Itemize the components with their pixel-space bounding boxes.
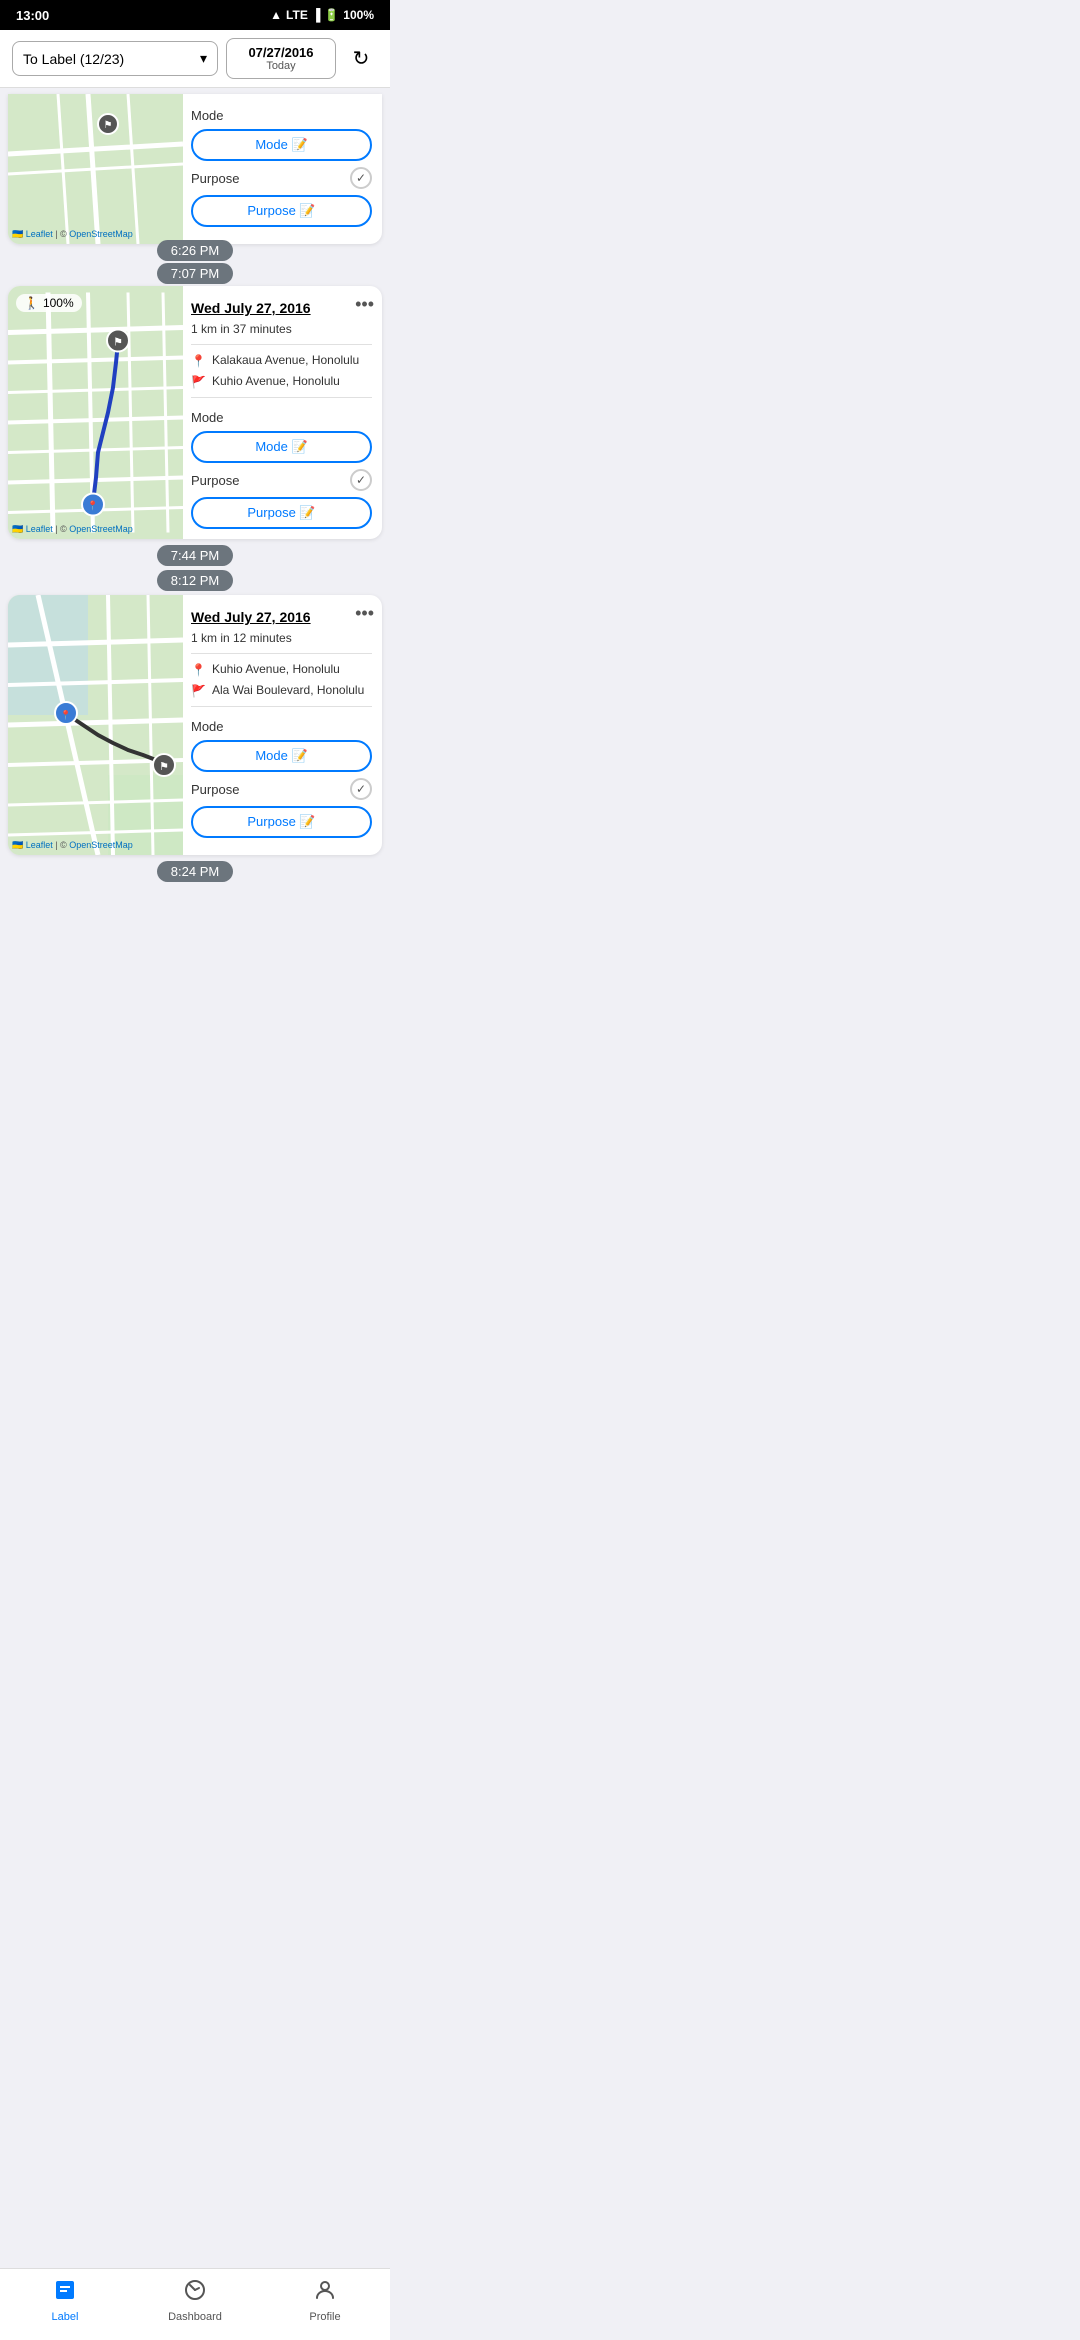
wifi-icon: ▲ xyxy=(270,8,282,22)
partial-check-icon[interactable]: ✓ xyxy=(350,167,372,189)
time-bubble-5: 8:24 PM xyxy=(0,861,390,882)
origin-icon-2: 📍 xyxy=(191,663,206,677)
divider-2 xyxy=(191,397,372,398)
walk-badge-1: 🚶 100% xyxy=(16,294,82,312)
trip-1-purpose-button[interactable]: Purpose 📝 xyxy=(191,497,372,529)
map-attribution-partial: 🇺🇦 Leaflet | © OpenStreetMap xyxy=(12,229,133,240)
divider-4 xyxy=(191,706,372,707)
trip-2-duration: 1 km in 12 minutes xyxy=(191,631,372,645)
trip-2-date: Wed July 27, 2016 xyxy=(191,609,372,625)
trip-1-map-svg: ⚑ 📍 xyxy=(8,286,183,539)
trip-2-info: ••• Wed July 27, 2016 1 km in 12 minutes… xyxy=(183,595,382,855)
svg-text:⚑: ⚑ xyxy=(104,120,113,131)
label-dropdown[interactable]: To Label (12/23) ▾ xyxy=(12,41,218,76)
time-bubble-4: 8:12 PM xyxy=(0,570,390,591)
trips-scroll: ⚑ 🇺🇦 Leaflet | © OpenStreetMap Mode Mode… xyxy=(0,88,390,966)
battery-icon: 🔋 xyxy=(324,8,339,22)
trip-2-purpose-label: Purpose xyxy=(191,782,239,797)
partial-mode-label: Mode xyxy=(191,108,372,123)
time-bubble-1: 6:26 PM xyxy=(0,240,390,261)
trip-2-mode-label: Mode xyxy=(191,719,372,734)
walk-percent-1: 100% xyxy=(43,296,74,310)
walk-icon: 🚶 xyxy=(24,296,39,310)
trip-1-info: ••• Wed July 27, 2016 1 km in 37 minutes… xyxy=(183,286,382,539)
partial-info: Mode Mode 📝 Purpose ✓ Purpose 📝 xyxy=(183,94,382,244)
svg-text:📍: 📍 xyxy=(87,500,98,511)
trip-1-from-row: 📍 Kalakaua Avenue, Honolulu xyxy=(191,353,372,368)
map-attribution-1: 🇺🇦 Leaflet | © OpenStreetMap xyxy=(12,524,133,535)
destination-icon-1: 🚩 xyxy=(191,375,206,389)
dashboard-nav-icon xyxy=(183,2278,207,2308)
battery-pct: 100% xyxy=(343,8,374,22)
chevron-down-icon: ▾ xyxy=(200,50,207,67)
trip-2-mode-button[interactable]: Mode 📝 xyxy=(191,740,372,772)
time-bubble-2: 7:07 PM xyxy=(0,263,390,284)
nav-item-label[interactable]: Label xyxy=(0,2278,130,2323)
dashboard-nav-text: Dashboard xyxy=(168,2311,222,2323)
trip-1-purpose-label: Purpose xyxy=(191,473,239,488)
date-text: 07/27/2016 xyxy=(237,45,325,60)
partial-top-card: ⚑ 🇺🇦 Leaflet | © OpenStreetMap Mode Mode… xyxy=(8,94,382,244)
partial-map: ⚑ 🇺🇦 Leaflet | © OpenStreetMap xyxy=(8,94,183,244)
time-bubble-3: 7:44 PM xyxy=(0,545,390,566)
divider-3 xyxy=(191,653,372,654)
label-dropdown-text: To Label (12/23) xyxy=(23,51,124,67)
trip-card-1: ⚑ 📍 🚶 100% 🇺🇦 Leaflet | © OpenStreetMap … xyxy=(8,286,382,539)
signal-icon: ▐ xyxy=(312,8,321,22)
profile-nav-text: Profile xyxy=(309,2311,340,2323)
today-label: Today xyxy=(237,60,325,72)
label-nav-text: Label xyxy=(52,2311,79,2323)
svg-text:⚑: ⚑ xyxy=(159,761,169,773)
trip-1-map: ⚑ 📍 🚶 100% 🇺🇦 Leaflet | © OpenStreetMap xyxy=(8,286,183,539)
label-nav-icon xyxy=(53,2278,77,2308)
top-bar: To Label (12/23) ▾ 07/27/2016 Today ↻ xyxy=(0,30,390,88)
trip-1-to-row: 🚩 Kuhio Avenue, Honolulu xyxy=(191,374,372,389)
nav-item-dashboard[interactable]: Dashboard xyxy=(130,2278,260,2323)
trip-2-map-svg: 📍 ⚑ xyxy=(8,595,183,855)
trip-1-mode-label: Mode xyxy=(191,410,372,425)
trip-card-2: 📍 ⚑ 🇺🇦 Leaflet | © OpenStreetMap ••• Wed… xyxy=(8,595,382,855)
trip-1-check-icon[interactable]: ✓ xyxy=(350,469,372,491)
map-attribution-2: 🇺🇦 Leaflet | © OpenStreetMap xyxy=(12,840,133,851)
status-icons: ▲ LTE ▐ 🔋 100% xyxy=(270,8,374,22)
svg-text:⚑: ⚑ xyxy=(113,337,123,349)
partial-map-svg: ⚑ xyxy=(8,94,183,244)
status-bar: 13:00 ▲ LTE ▐ 🔋 100% xyxy=(0,0,390,30)
lte-icon: LTE xyxy=(286,8,308,22)
partial-purpose-label: Purpose xyxy=(191,171,239,186)
trip-1-duration: 1 km in 37 minutes xyxy=(191,322,372,336)
svg-text:📍: 📍 xyxy=(60,709,71,720)
date-picker-button[interactable]: 07/27/2016 Today xyxy=(226,38,336,79)
refresh-button[interactable]: ↻ xyxy=(344,42,378,76)
partial-mode-button[interactable]: Mode 📝 xyxy=(191,129,372,161)
trip-1-to: Kuhio Avenue, Honolulu xyxy=(212,374,340,388)
trip-1-date: Wed July 27, 2016 xyxy=(191,300,372,316)
trip-2-to-row: 🚩 Ala Wai Boulevard, Honolulu xyxy=(191,683,372,698)
trip-2-map: 📍 ⚑ 🇺🇦 Leaflet | © OpenStreetMap xyxy=(8,595,183,855)
trip-2-to: Ala Wai Boulevard, Honolulu xyxy=(212,683,364,697)
nav-item-profile[interactable]: Profile xyxy=(260,2278,390,2323)
trip-2-purpose-button[interactable]: Purpose 📝 xyxy=(191,806,372,838)
bottom-nav: Label Dashboard Profile xyxy=(0,2268,390,2340)
destination-icon-2: 🚩 xyxy=(191,684,206,698)
origin-icon-1: 📍 xyxy=(191,354,206,368)
status-time: 13:00 xyxy=(16,8,49,23)
trip-2-from-row: 📍 Kuhio Avenue, Honolulu xyxy=(191,662,372,677)
divider-1 xyxy=(191,344,372,345)
more-options-button-1[interactable]: ••• xyxy=(355,294,374,315)
trip-1-from: Kalakaua Avenue, Honolulu xyxy=(212,353,359,367)
partial-purpose-button[interactable]: Purpose 📝 xyxy=(191,195,372,227)
trip-2-check-icon[interactable]: ✓ xyxy=(350,778,372,800)
trip-2-from: Kuhio Avenue, Honolulu xyxy=(212,662,340,676)
profile-nav-icon xyxy=(313,2278,337,2308)
trip-1-mode-button[interactable]: Mode 📝 xyxy=(191,431,372,463)
refresh-icon: ↻ xyxy=(353,46,370,71)
more-options-button-2[interactable]: ••• xyxy=(355,603,374,624)
